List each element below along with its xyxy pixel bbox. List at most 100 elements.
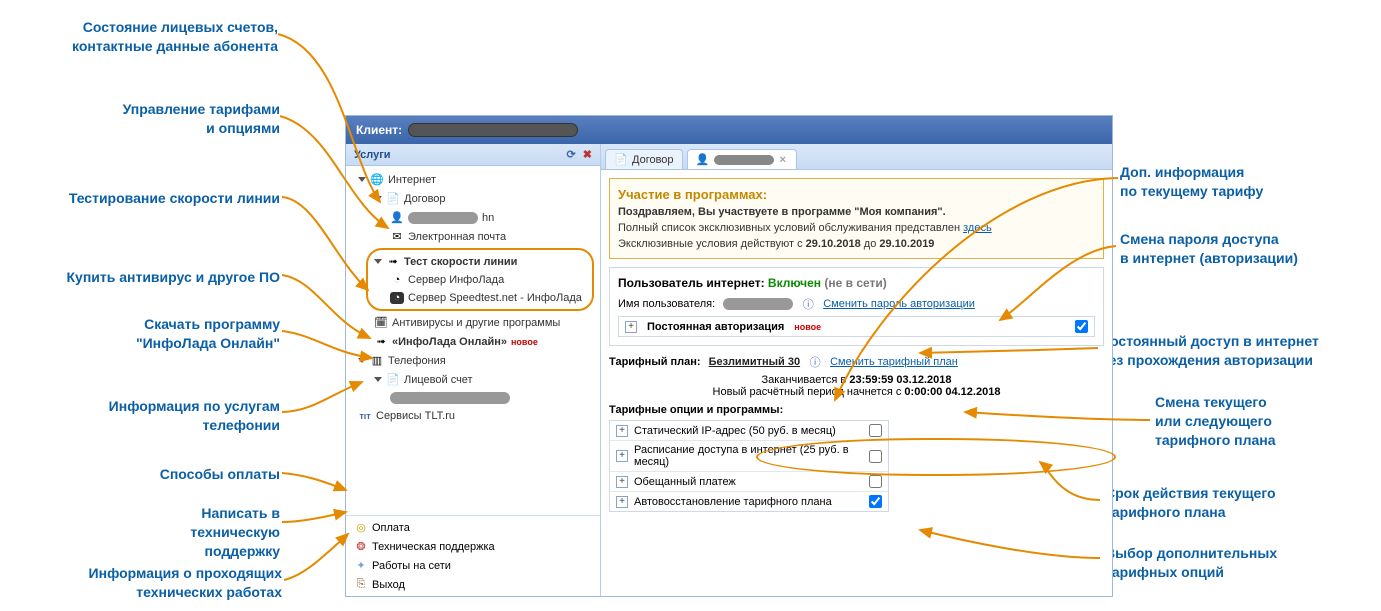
twisty-icon[interactable] <box>374 377 382 382</box>
phone-icon: ▥ <box>370 354 384 367</box>
callout-tariffs: Управление тарифамии опциями <box>70 100 280 138</box>
gauge-icon: ◔ <box>390 292 404 304</box>
tab-user[interactable]: 👤 × <box>687 149 797 169</box>
username-row: Имя пользователя: ⓘ Сменить пароль автор… <box>618 296 1095 312</box>
expand-icon[interactable] <box>616 476 628 488</box>
services-header: Услуги ⟳ ✖ <box>346 144 600 166</box>
coin-icon: ◎ <box>354 521 368 534</box>
tree-antivirus[interactable]: 🗓 Антивирусы и другие программы <box>354 313 600 332</box>
tree-email[interactable]: ✉ Электронная почта <box>354 227 600 246</box>
tree-infolada-online[interactable]: ➟ «ИнфоЛада Онлайн» новое <box>354 332 600 351</box>
left-pane: Услуги ⟳ ✖ 🌐 Интернет 📄 Договор <box>346 144 601 596</box>
user-icon: 👤 <box>696 153 710 166</box>
opt-row[interactable]: Автовосстановление тарифного плана <box>610 491 888 511</box>
tlt-icon: тιт <box>358 411 372 421</box>
callout-balance: Состояние лицевых счетов,контактные данн… <box>8 18 278 56</box>
callout-speedtest: Тестирование скорости линии <box>4 189 280 208</box>
change-tariff-link[interactable]: Сменить тарифный план <box>830 356 958 368</box>
expand-icon[interactable] <box>616 425 628 437</box>
document-icon: 📄 <box>614 153 628 166</box>
titlebar: Клиент: <box>346 116 1112 144</box>
link-pay[interactable]: ◎ Оплата <box>354 518 592 537</box>
tabs: 📄 Договор 👤 × <box>601 144 1112 170</box>
arrow-icon: ➟ <box>374 335 388 348</box>
link-exit[interactable]: ⎘ Выход <box>354 575 592 594</box>
callout-changeplan: Смена текущегоили следующеготарифного пл… <box>1155 393 1375 450</box>
titlebar-client-masked <box>408 123 578 137</box>
callout-support: Написать втехническую поддержку <box>130 504 280 561</box>
tariff-section: Тарифный план: Безлимитный 30 ⓘ Сменить … <box>609 354 1104 512</box>
tree-account[interactable]: 📄 Лицевой счет <box>354 370 600 389</box>
twisty-icon[interactable] <box>374 196 382 201</box>
services-title: Услуги <box>354 149 391 161</box>
speed-box: ➟ Тест скорости линии ◔ Сервер ИнфоЛада … <box>366 248 594 311</box>
twisty-icon[interactable] <box>358 358 366 363</box>
info-icon[interactable]: ⓘ <box>808 354 822 370</box>
close-pane-icon[interactable]: ✖ <box>583 149 592 161</box>
services-tree: 🌐 Интернет 📄 Договор 👤 hn ✉ Электронная … <box>346 166 600 515</box>
exit-icon: ⎘ <box>354 578 368 591</box>
tree-internet[interactable]: 🌐 Интернет <box>354 170 600 189</box>
callout-download: Скачать программу"ИнфоЛада Онлайн" <box>80 315 280 353</box>
speed-icon: ➟ <box>386 255 400 268</box>
opt-row[interactable]: Обещанный платеж <box>610 471 888 491</box>
twisty-icon[interactable] <box>374 259 382 264</box>
info-icon[interactable]: ⓘ <box>801 296 815 312</box>
perm-auth-row: Постоянная авторизация новое <box>618 316 1095 337</box>
calendar-icon: 🗓 <box>374 316 388 329</box>
opt-checkbox[interactable] <box>869 424 882 437</box>
opt-checkbox[interactable] <box>869 450 882 463</box>
tree-account-masked[interactable] <box>354 389 600 407</box>
expand-icon[interactable] <box>625 321 637 333</box>
tariff-name-link[interactable]: Безлимитный 30 <box>709 356 800 368</box>
change-password-link[interactable]: Сменить пароль авторизации <box>823 298 975 310</box>
callout-permauth: Постоянный доступ в интернетбез прохожде… <box>1100 332 1380 370</box>
document-icon: 📄 <box>386 373 400 386</box>
tree-speed-srv2[interactable]: ◔ Сервер Speedtest.net - ИнфоЛада <box>370 289 590 307</box>
promo-box: Участие в программах: Поздравляем, Вы уч… <box>609 178 1104 259</box>
callout-telephony: Информация по услугамтелефонии <box>40 397 280 435</box>
tree-speed-srv1[interactable]: ◔ Сервер ИнфоЛада <box>370 271 590 289</box>
tariff-next: Новый расчётный период начнется с 0:00:0… <box>609 386 1104 398</box>
gauge-icon: ◔ <box>390 274 404 286</box>
tab-user-masked <box>714 155 774 165</box>
promo-line1: Поздравляем, Вы участвуете в программе "… <box>618 206 1095 218</box>
callout-tariff-info: Доп. информацияпо текущему тарифу <box>1120 163 1370 201</box>
promo-title: Участие в программах: <box>618 187 1095 202</box>
document-icon: 📄 <box>386 192 400 205</box>
tariff-options: Статический IP-адрес (50 руб. в месяц) Р… <box>609 420 889 512</box>
promo-line3: Эксклюзивные условия действуют с 29.10.2… <box>618 238 1095 250</box>
callout-passchange: Смена пароля доступав интернет (авториза… <box>1120 230 1370 268</box>
tree-contract[interactable]: 📄 Договор <box>354 189 600 208</box>
tree-tlt[interactable]: тιт Сервисы TLT.ru <box>354 407 600 425</box>
link-support[interactable]: ❂ Техническая поддержка <box>354 537 592 556</box>
refresh-icon[interactable]: ⟳ <box>567 149 576 161</box>
user-icon: 👤 <box>390 211 404 224</box>
opt-row[interactable]: Статический IP-адрес (50 руб. в месяц) <box>610 421 888 440</box>
app-window: Клиент: Услуги ⟳ ✖ 🌐 Интернет 📄 <box>345 115 1113 597</box>
lower-links: ◎ Оплата ❂ Техническая поддержка ✦ Работ… <box>346 515 600 596</box>
twisty-icon[interactable] <box>358 177 366 182</box>
account-masked <box>390 392 510 404</box>
opt-checkbox[interactable] <box>869 495 882 508</box>
callout-antivirus: Купить антивирус и другое ПО <box>6 268 280 287</box>
tree-speed-header[interactable]: ➟ Тест скорости линии <box>370 252 590 271</box>
callout-maint: Информация о проходящихтехнических работ… <box>12 564 282 602</box>
tree-user[interactable]: 👤 hn <box>354 208 600 227</box>
expand-icon[interactable] <box>616 450 628 462</box>
link-works[interactable]: ✦ Работы на сети <box>354 556 592 575</box>
tree-telephony[interactable]: ▥ Телефония <box>354 351 600 370</box>
expand-icon[interactable] <box>616 496 628 508</box>
opt-checkbox[interactable] <box>869 475 882 488</box>
promo-here-link[interactable]: здесь <box>963 222 992 234</box>
globe-icon: 🌐 <box>370 173 384 186</box>
close-icon[interactable]: × <box>778 154 788 166</box>
tab-contract[interactable]: 📄 Договор <box>605 149 683 169</box>
mail-icon: ✉ <box>390 230 404 243</box>
titlebar-label: Клиент: <box>356 116 402 144</box>
opt-row[interactable]: Расписание доступа в интернет (25 руб. в… <box>610 440 888 471</box>
username-masked <box>723 298 793 310</box>
perm-auth-checkbox[interactable] <box>1075 320 1088 333</box>
tariff-ends: Заканчивается в 23:59:59 03.12.2018 <box>609 374 1104 386</box>
content: Участие в программах: Поздравляем, Вы уч… <box>601 170 1112 596</box>
